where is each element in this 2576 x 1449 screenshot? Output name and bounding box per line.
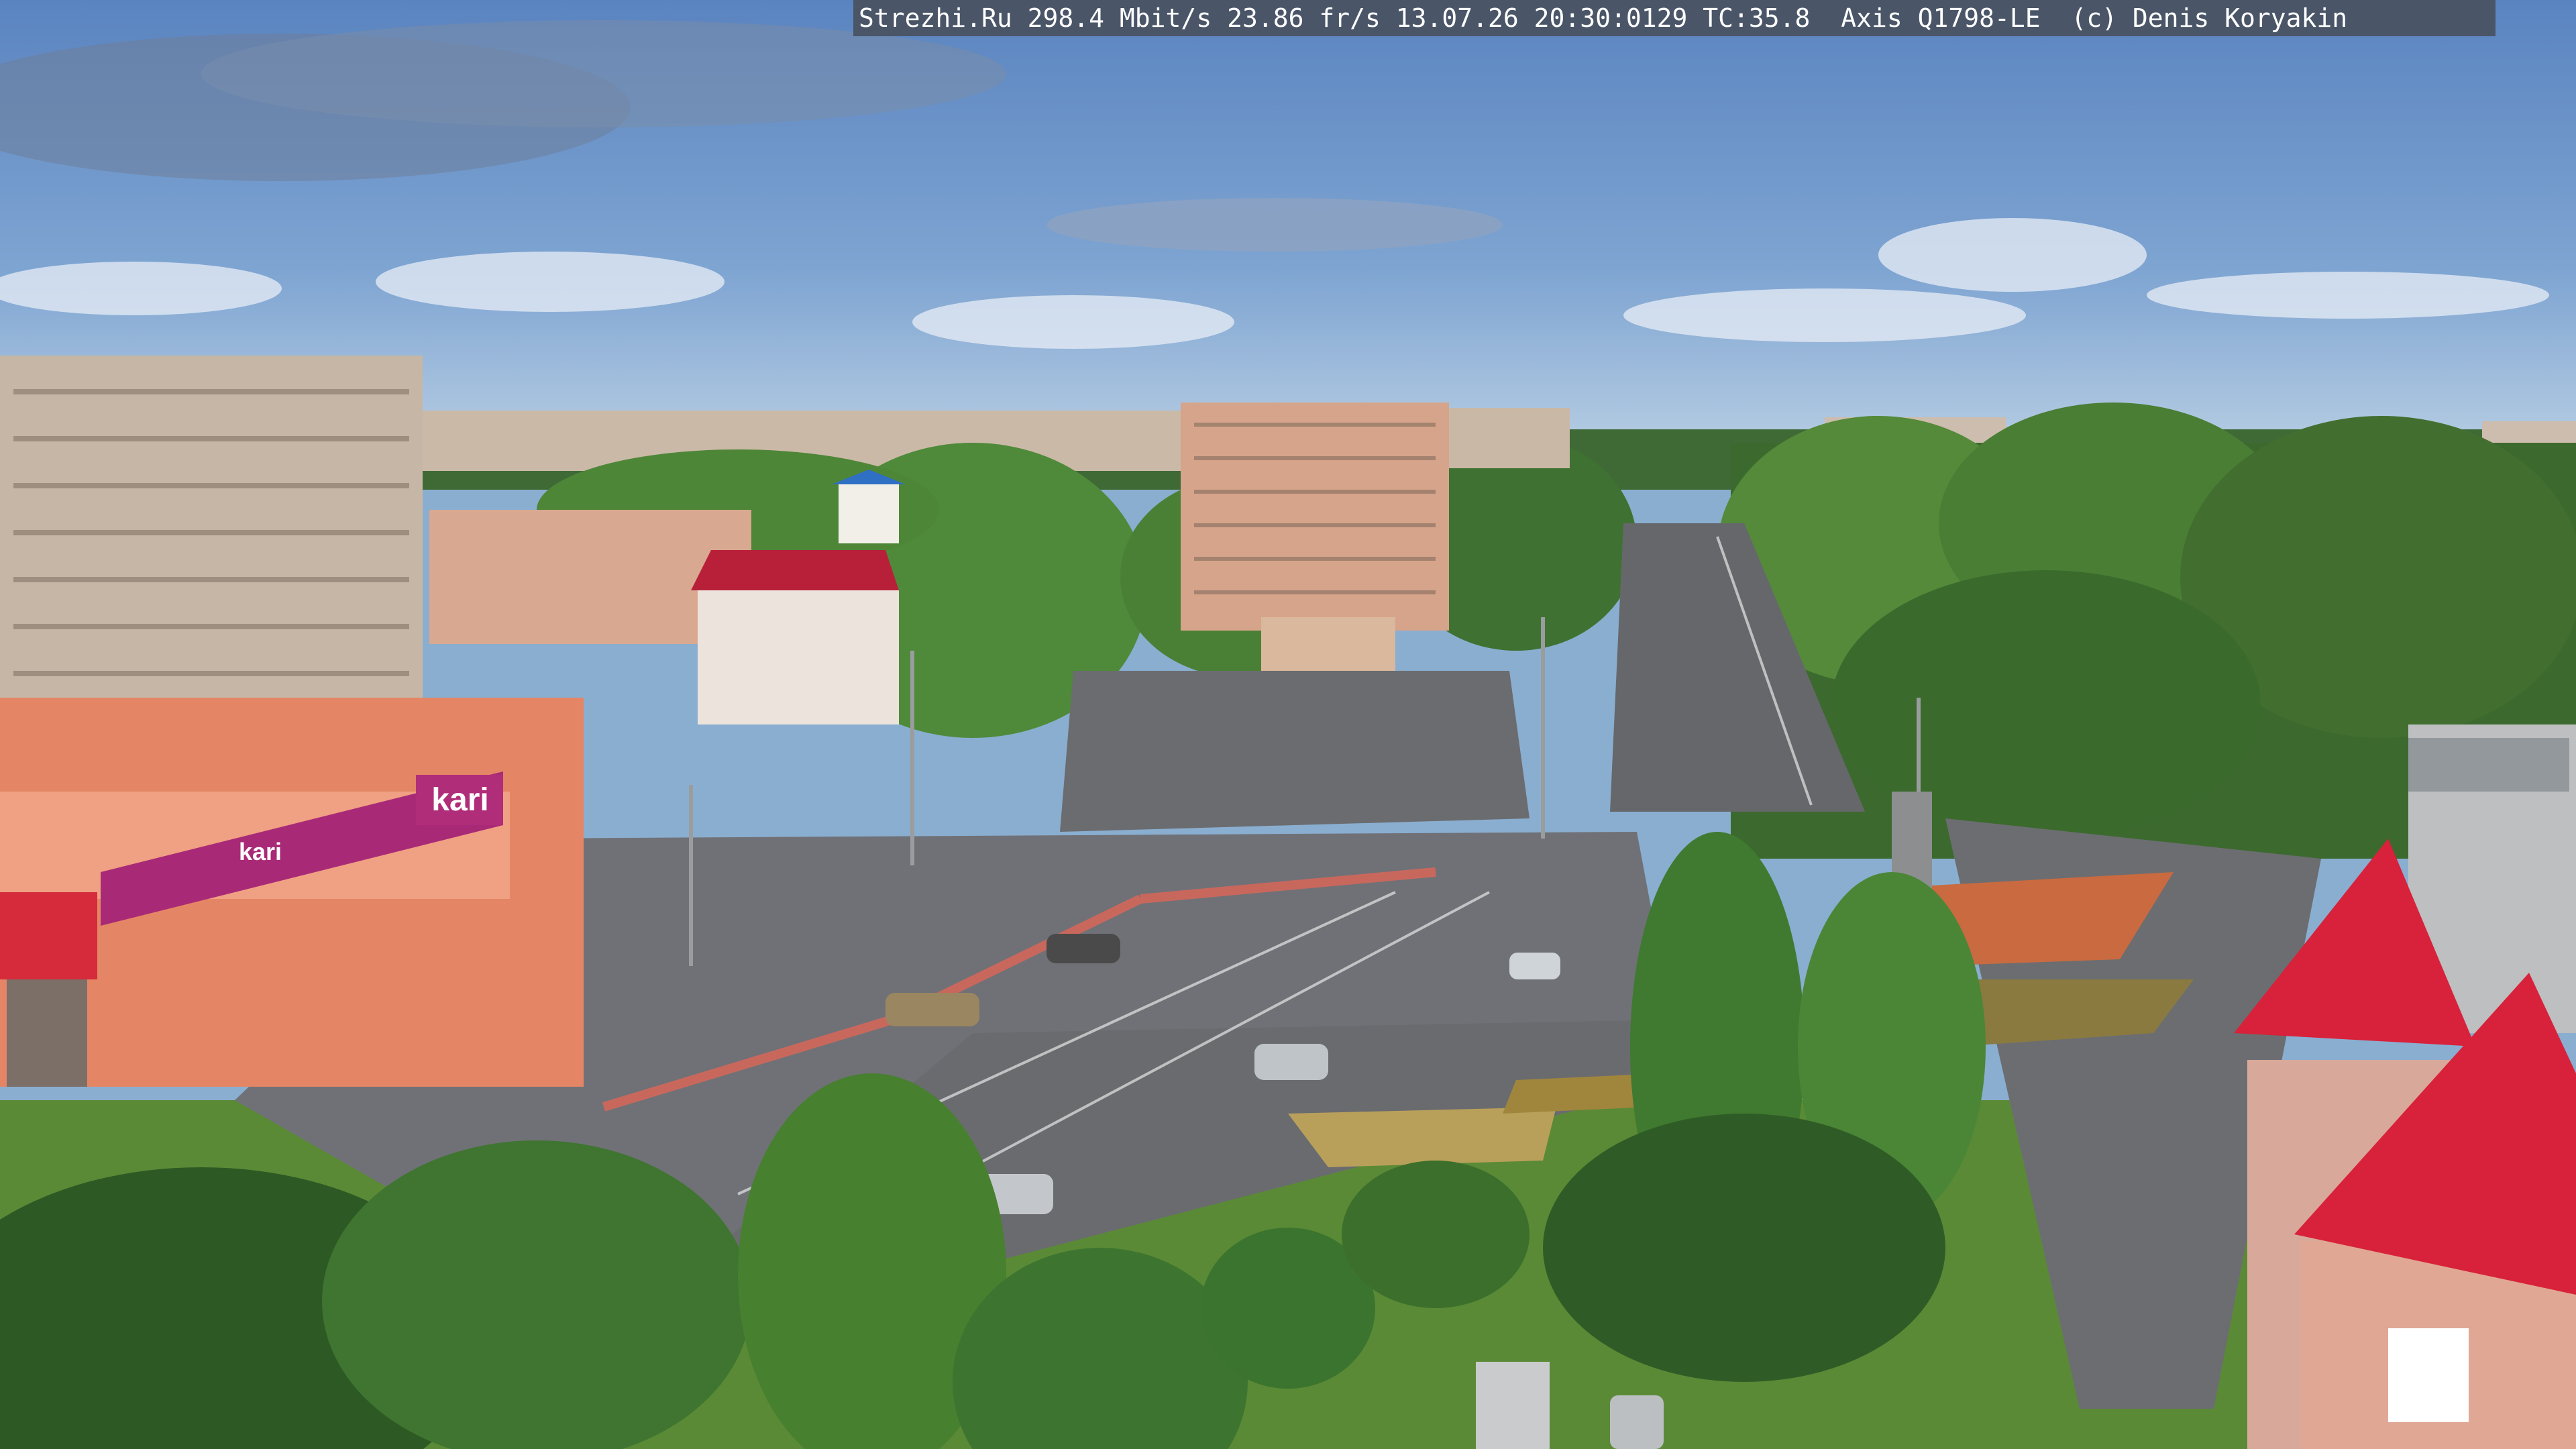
camera-info-overlay: Strezhi.Ru 298.4 Mbit/s 23.86 fr/s 13.07…: [853, 0, 2496, 36]
store-building: [0, 698, 584, 1087]
store-logo-sign: kari: [431, 782, 489, 818]
webcam-scene: [0, 0, 2576, 1449]
store-logo-sign-small: kari: [239, 838, 282, 865]
